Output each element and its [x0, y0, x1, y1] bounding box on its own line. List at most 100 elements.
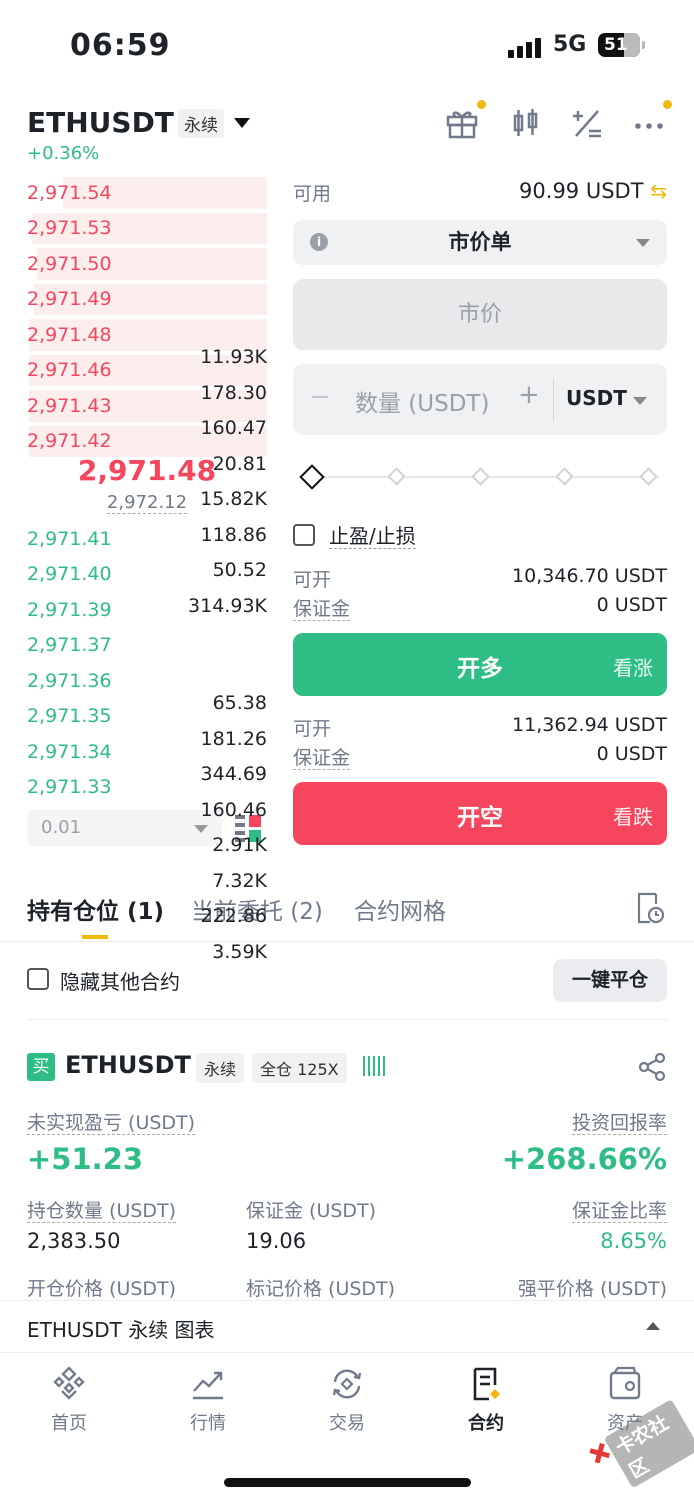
- position-pair[interactable]: ETHUSDT: [65, 1051, 191, 1079]
- decrement-button[interactable]: −: [309, 382, 331, 412]
- order-type-select[interactable]: i 市价单: [293, 220, 667, 265]
- tpsl-label: 止盈/止损: [329, 524, 416, 549]
- position-tabs: 持有仓位 (1) 当前委托 (2) 合约网格: [0, 880, 694, 942]
- filter-row: 隐藏其他合约 一键平仓: [27, 958, 667, 1003]
- price-input[interactable]: 市价: [293, 279, 667, 350]
- ask-price: 2,971.54: [27, 181, 112, 204]
- divider: [553, 378, 554, 422]
- futures-icon: [473, 1367, 500, 1401]
- position-type-tag: 永续: [196, 1053, 245, 1083]
- battery-icon: 51: [598, 33, 640, 57]
- pair-selector[interactable]: ETHUSDT: [27, 106, 174, 139]
- history-icon[interactable]: [636, 892, 665, 924]
- bearish-label: 看跌: [613, 805, 653, 829]
- margin-mode-tag[interactable]: 全仓 125X: [252, 1053, 347, 1083]
- slider-step[interactable]: [639, 467, 658, 486]
- ask-price: 2,971.49: [27, 288, 112, 311]
- close-all-button[interactable]: 一键平仓: [553, 959, 667, 1002]
- hide-other-checkbox[interactable]: [27, 968, 49, 990]
- nav-markets[interactable]: 行情: [158, 1365, 258, 1435]
- gift-icon[interactable]: [444, 106, 480, 142]
- nav-home[interactable]: 首页: [19, 1365, 119, 1435]
- battery-nub: [642, 41, 645, 49]
- ask-price: 2,971.53: [27, 217, 112, 240]
- bid-price: 2,971.41: [27, 527, 112, 550]
- pair-header: ETHUSDT 永续 +0.36%: [0, 100, 694, 170]
- info-icon[interactable]: i: [310, 233, 328, 251]
- nav-trade[interactable]: 交易: [297, 1365, 397, 1435]
- price-change: +0.36%: [27, 143, 100, 164]
- bid-price: 2,971.39: [27, 598, 112, 621]
- nav-markets-label: 行情: [190, 1413, 226, 1434]
- chevron-down-icon[interactable]: [234, 118, 250, 128]
- hide-other-label[interactable]: 隐藏其他合约: [60, 966, 180, 995]
- notification-dot: [663, 100, 672, 109]
- tab-indicator: [82, 935, 108, 939]
- margin-value: 19.06: [246, 1229, 307, 1253]
- slider-step[interactable]: [471, 467, 490, 486]
- size-value: 2,383.50: [27, 1229, 121, 1253]
- mark-price-label: 标记价格 (USDT): [246, 1278, 396, 1300]
- ask-row[interactable]: 2,971.53 178.30: [27, 211, 267, 404]
- chart-drawer[interactable]: ETHUSDT 永续 图表: [0, 1300, 694, 1352]
- unrealized-pnl-label[interactable]: 未实现盈亏 (USDT): [27, 1108, 196, 1135]
- candlestick-icon[interactable]: [507, 106, 543, 142]
- slider-step[interactable]: [555, 467, 574, 486]
- margin-ratio-label[interactable]: 保证金比率: [571, 1196, 667, 1223]
- tab-grid[interactable]: 合约网格: [354, 892, 446, 926]
- bid-price: 2,971.36: [27, 669, 112, 692]
- bid-price: 2,971.35: [27, 705, 112, 728]
- calculator-icon[interactable]: [569, 106, 605, 142]
- roe-label[interactable]: 投资回报率: [571, 1108, 667, 1135]
- tpsl-checkbox[interactable]: [293, 523, 315, 546]
- bid-price: 2,971.33: [27, 776, 112, 799]
- chevron-down-icon: [636, 239, 650, 247]
- chevron-up-icon[interactable]: [646, 1322, 660, 1330]
- size-label[interactable]: 持仓数量 (USDT): [27, 1196, 177, 1223]
- share-icon[interactable]: [637, 1052, 667, 1082]
- ask-list: 2,971.54 11.93K 2,971.53 178.30 2,971.50 160.…: [27, 175, 267, 617]
- tab-positions[interactable]: 持有仓位 (1): [27, 892, 164, 926]
- notification-dot: [477, 100, 486, 109]
- ask-qty: 314.93K: [188, 594, 267, 617]
- liq-price-label: 强平价格 (USDT): [517, 1278, 667, 1300]
- open-short-button[interactable]: 开空 看跌: [293, 782, 667, 845]
- quantity-input[interactable]: − 数量 (USDT) + USDT: [293, 364, 667, 435]
- order-book: 2,971.54 11.93K 2,971.53 178.30 2,971.50 160.…: [27, 175, 267, 617]
- margin-value: 0 USDT: [596, 594, 667, 616]
- ask-row[interactable]: 2,971.49 20.81: [27, 282, 267, 475]
- bid-qty: 3.59K: [212, 940, 267, 963]
- slider-handle[interactable]: [299, 464, 325, 490]
- ask-price: 2,971.43: [27, 394, 112, 417]
- increment-button[interactable]: +: [518, 380, 540, 410]
- bullish-label: 看涨: [613, 656, 653, 680]
- short-margin: 保证金 0 USDT: [293, 743, 667, 772]
- contract-type-tag: 永续: [178, 109, 224, 138]
- available-value: 90.99 USDT ⇆: [519, 179, 667, 203]
- chart-drawer-label: ETHUSDT 永续 图表: [27, 1318, 215, 1342]
- more-icon[interactable]: [631, 106, 667, 142]
- margin-value: 0 USDT: [596, 743, 667, 765]
- unrealized-pnl-value: +51.23: [27, 1142, 144, 1176]
- quantity-placeholder[interactable]: 数量 (USDT): [355, 384, 489, 418]
- order-type-value: 市价单: [448, 230, 512, 254]
- markets-icon: [193, 1371, 223, 1400]
- max-open-value: 10,346.70 USDT: [512, 565, 667, 587]
- precision-select[interactable]: 0.01: [27, 810, 222, 846]
- ask-price: 2,971.42: [27, 430, 112, 453]
- nav-futures-label: 合约: [468, 1413, 504, 1434]
- divider: [27, 1019, 667, 1020]
- nav-home-label: 首页: [51, 1413, 87, 1434]
- trade-icon: [332, 1369, 362, 1399]
- open-long-button[interactable]: 开多 看涨: [293, 633, 667, 696]
- transfer-icon[interactable]: ⇆: [650, 179, 667, 203]
- precision-value: 0.01: [41, 817, 82, 838]
- available-balance: 可用 90.99 USDT ⇆: [293, 179, 667, 206]
- ask-row[interactable]: 2,971.54 11.93K: [27, 175, 267, 368]
- quantity-unit-select[interactable]: USDT: [566, 386, 627, 410]
- nav-futures[interactable]: 合约: [436, 1365, 536, 1435]
- percentage-slider[interactable]: [293, 464, 667, 490]
- ask-row[interactable]: 2,971.50 160.47: [27, 246, 267, 439]
- slider-step[interactable]: [387, 467, 406, 486]
- tpsl-toggle[interactable]: 止盈/止损: [293, 520, 416, 549]
